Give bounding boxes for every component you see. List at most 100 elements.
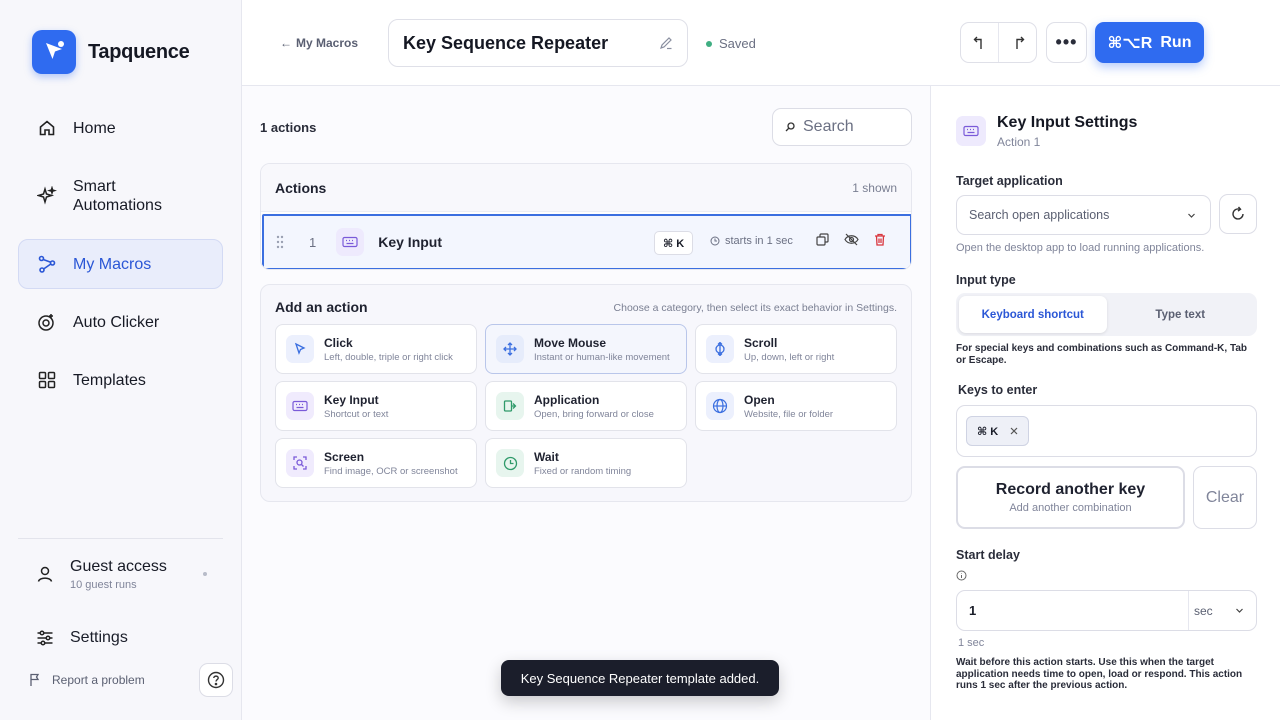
record-subtitle: Add another combination — [1009, 502, 1132, 514]
tile-application[interactable]: Application Open, bring forward or close — [485, 381, 687, 431]
tile-open[interactable]: Open Website, file or folder — [695, 381, 897, 431]
chevron-down-icon — [1187, 211, 1196, 220]
tile-wait[interactable]: Wait Fixed or random timing — [485, 438, 687, 488]
sidebar-item-settings[interactable]: Settings — [18, 609, 223, 667]
tile-title: Key Input — [324, 392, 379, 407]
report-problem-link[interactable]: Report a problem — [28, 663, 233, 697]
sparkle-icon — [37, 186, 57, 206]
back-link[interactable]: ← My Macros — [280, 36, 358, 50]
tile-screen[interactable]: Screen Find image, OCR or screenshot — [275, 438, 477, 488]
search-placeholder: Search — [803, 118, 854, 135]
record-key-button[interactable]: Record another key Add another combinati… — [956, 466, 1185, 529]
search-icon — [785, 122, 795, 132]
guest-runs: 10 guest runs — [70, 578, 137, 591]
user-icon — [36, 565, 54, 583]
key-chip: ⌘ K — [966, 416, 1030, 446]
globe-icon — [706, 392, 734, 420]
tile-sub: Shortcut or text — [324, 408, 389, 420]
drag-handle-icon[interactable] — [276, 235, 284, 249]
action-row[interactable]: 1 Key Input ⌘ K starts in 1 sec — [262, 214, 911, 269]
saved-label: Saved — [719, 36, 756, 51]
sidebar-item-label: Templates — [73, 371, 146, 389]
sidebar-item-label: Smart Automations — [73, 178, 162, 214]
run-button[interactable]: ⌘⌥R Run — [1095, 22, 1204, 63]
delay-value-input[interactable]: 1 — [957, 591, 1189, 630]
tile-title: Screen — [324, 449, 365, 464]
sidebar-item-home[interactable]: Home — [18, 103, 223, 153]
input-type-note: For special keys and combinations such a… — [956, 343, 1247, 366]
keyboard-shortcut-option[interactable]: Keyboard shortcut — [959, 296, 1107, 333]
logo[interactable]: Tapquence — [32, 30, 190, 74]
delay-note: Wait before this action starts. Use this… — [956, 657, 1243, 691]
tile-key-input[interactable]: Key Input Shortcut or text — [275, 381, 477, 431]
run-label: Run — [1160, 33, 1192, 51]
clock-icon — [710, 236, 720, 246]
status-dot — [203, 572, 207, 576]
keyboard-icon — [956, 116, 986, 146]
search-input[interactable]: Search — [772, 108, 912, 146]
info-icon[interactable] — [956, 570, 967, 581]
sidebar-nav: Home Smart Automations My Macros Auto Cl… — [18, 103, 223, 413]
sidebar-item-smart-automations[interactable]: Smart Automations — [18, 161, 223, 231]
undo-button[interactable] — [961, 23, 999, 62]
remove-key-icon[interactable] — [1010, 427, 1018, 435]
cursor-icon — [286, 335, 314, 363]
add-action-panel: Add an action Choose a category, then se… — [260, 284, 912, 502]
hide-icon[interactable] — [844, 233, 859, 246]
tile-scroll[interactable]: Scroll Up, down, left or right — [695, 324, 897, 374]
guest-access[interactable]: Guest access 10 guest runs — [18, 539, 223, 609]
tile-title: Scroll — [744, 335, 778, 350]
question-icon — [207, 671, 225, 689]
macro-title-field[interactable]: Key Sequence Repeater — [388, 19, 688, 67]
back-label: My Macros — [296, 36, 359, 50]
clock-icon — [496, 449, 524, 477]
guest-title: Guest access — [70, 557, 167, 575]
save-status: Saved — [706, 36, 756, 51]
target-app-label: Target application — [956, 174, 1063, 188]
actions-area: 1 actions Search Actions 1 shown 1 Key I… — [242, 86, 930, 720]
redo-icon — [1011, 35, 1025, 51]
sidebar-item-auto-clicker[interactable]: Auto Clicker — [18, 297, 223, 347]
pencil-icon — [659, 36, 673, 50]
sidebar: Tapquence Home Smart Automations My Macr… — [0, 0, 242, 720]
sidebar-item-my-macros[interactable]: My Macros — [18, 239, 223, 289]
keyboard-icon — [336, 228, 365, 256]
clear-button[interactable]: Clear — [1193, 466, 1257, 529]
undo-icon — [973, 35, 987, 51]
settings-panel: Key Input Settings Action 1 Target appli… — [930, 86, 1280, 720]
tile-title: Wait — [534, 449, 559, 464]
tile-move-mouse[interactable]: Move Mouse Instant or human-like movement — [485, 324, 687, 374]
sidebar-item-label: Home — [73, 119, 116, 137]
refresh-button[interactable] — [1219, 194, 1257, 234]
type-text-option[interactable]: Type text — [1107, 296, 1255, 333]
action-index: 1 — [309, 234, 317, 250]
tile-title: Open — [744, 392, 775, 407]
saved-dot — [706, 40, 712, 47]
keys-field[interactable]: ⌘ K — [956, 405, 1257, 457]
action-count: 1 actions — [260, 120, 317, 135]
more-button[interactable]: ••• — [1046, 22, 1087, 63]
sidebar-bottom: Guest access 10 guest runs Settings Repo… — [18, 538, 233, 697]
starts-label: starts in 1 sec — [725, 235, 793, 247]
actions-header: Actions 1 shown — [261, 164, 911, 212]
tile-sub: Fixed or random timing — [534, 465, 632, 477]
chevron-down-icon — [1235, 606, 1244, 615]
row-actions — [816, 233, 886, 246]
tile-click[interactable]: Click Left, double, triple or right click — [275, 324, 477, 374]
macro-icon — [37, 254, 57, 274]
target-app-select[interactable]: Search open applications — [956, 195, 1211, 235]
start-delay-field: 1 sec — [956, 590, 1257, 631]
panel-header: Key Input Settings Action 1 — [956, 114, 1137, 149]
topbar: ← My Macros Key Sequence Repeater Saved … — [242, 0, 1280, 86]
delete-icon[interactable] — [874, 233, 886, 246]
tile-sub: Find image, OCR or screenshot — [324, 465, 458, 477]
duplicate-icon[interactable] — [816, 233, 829, 246]
delay-unit-select[interactable]: sec — [1189, 591, 1256, 630]
run-shortcut: ⌘⌥R — [1107, 34, 1153, 52]
macro-title: Key Sequence Repeater — [403, 32, 609, 53]
settings-label: Settings — [70, 629, 128, 646]
help-button[interactable] — [199, 663, 233, 697]
redo-button[interactable] — [999, 23, 1036, 62]
sidebar-item-templates[interactable]: Templates — [18, 355, 223, 405]
keys-label: Keys to enter — [958, 383, 1038, 397]
